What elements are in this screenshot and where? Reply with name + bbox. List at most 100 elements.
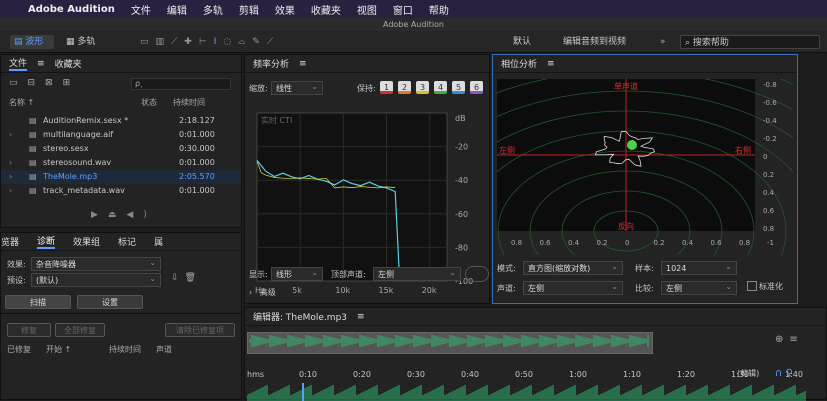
right-gutter xyxy=(800,54,827,304)
tab-browser[interactable]: 览器 xyxy=(1,235,19,248)
chevron-right-icon[interactable]: › xyxy=(9,184,12,198)
hold-button-4[interactable]: 4 xyxy=(434,81,447,94)
tab-files[interactable]: 文件 xyxy=(9,56,28,71)
zoom-navigator-icons[interactable]: ⊕≡ xyxy=(775,334,804,345)
waveform-view-button[interactable]: ▤ 波形 xyxy=(10,35,54,49)
hold-button-2[interactable]: 2 xyxy=(398,81,411,94)
menu-icon[interactable]: ≡ xyxy=(299,59,307,69)
tab-properties[interactable]: 属 xyxy=(154,235,163,248)
ruler-tick-label: 1:00 xyxy=(569,370,587,379)
clip-label: (剪辑) xyxy=(737,369,760,378)
menu-icon[interactable]: ≡ xyxy=(357,312,365,322)
live-cti-label: 实时 CTI xyxy=(261,115,292,125)
menu-multitrack[interactable]: 多轨 xyxy=(203,2,223,17)
plot-area xyxy=(256,112,448,282)
chevron-right-icon[interactable]: › xyxy=(9,156,12,170)
hold-button-6[interactable]: 6 xyxy=(470,81,483,94)
chevron-right-icon[interactable]: › xyxy=(9,170,12,184)
phase-chart: 单声道反向 左侧 右侧 -0.8 -0.6 -0.4 -0.2 0 0.2 0.4 0.6 0.8 0.… xyxy=(497,79,793,255)
hold-label: 保持: xyxy=(357,84,376,93)
phase-right-tick: -0.2 xyxy=(763,135,777,143)
chevron-right-icon[interactable]: › xyxy=(9,128,12,142)
advanced-toggle[interactable]: › 高级 xyxy=(249,287,276,298)
zoom-select[interactable]: 线性 xyxy=(271,80,323,95)
file-duration: 0:30.000 xyxy=(179,144,215,153)
app-menu[interactable]: Adobe Audition xyxy=(28,4,115,15)
file-search-input[interactable]: ρ˯ xyxy=(131,78,231,90)
menu-window[interactable]: 窗口 xyxy=(393,2,413,17)
sample-select[interactable]: 1024 xyxy=(661,260,737,275)
file-action-icons[interactable]: ▭⊟⊠⊞ xyxy=(9,78,80,88)
top-channel-select[interactable]: 左侧 xyxy=(373,266,461,281)
tab-markers[interactable]: 标记 xyxy=(118,235,136,248)
menu-icon[interactable]: ≡ xyxy=(547,59,555,69)
diagnostics-panel: 览器 诊断 效果组 标记 属 效果: 杂音降噪器 预设: (默认) ⇩🗑 扫描 … xyxy=(0,232,243,400)
workspace-default[interactable]: 默认 xyxy=(513,35,531,49)
phase-bottom-tick: 0 xyxy=(625,239,629,247)
preset-action-icons[interactable]: ⇩🗑 xyxy=(171,273,202,283)
scan-toggle-button[interactable] xyxy=(465,266,489,282)
effect-select[interactable]: 杂音降噪器 xyxy=(31,256,161,271)
tab-favorites[interactable]: 收藏夹 xyxy=(55,57,82,70)
chevron-right-icon: › xyxy=(249,288,260,297)
file-row[interactable]: › ▤ TheMole.mp3 2:05.570 xyxy=(1,170,241,184)
multitrack-view-button[interactable]: ▦ 多轨 xyxy=(62,35,106,49)
more-workspaces-icon[interactable]: » xyxy=(660,35,666,49)
search-help-field[interactable]: ⌕ 搜索帮助 xyxy=(680,35,820,49)
phase-bottom-tick-end: -1 xyxy=(767,239,774,247)
file-row[interactable]: ▤ stereo.sesx 0:30.000 xyxy=(1,142,241,156)
db-tick-label: dB xyxy=(455,114,466,123)
file-duration: 0:01.000 xyxy=(179,158,215,167)
tab-diagnostics[interactable]: 诊断 xyxy=(37,234,56,249)
tool-icons[interactable]: ▭▥⟋✚⊢Ⅰ◌⌓✎⟋ xyxy=(140,35,280,49)
workspace-edit-video[interactable]: 编辑音频到视频 xyxy=(563,35,626,49)
menu-clip[interactable]: 剪辑 xyxy=(239,2,259,17)
hold-button-1[interactable]: 1 xyxy=(380,81,393,94)
menu-file[interactable]: 文件 xyxy=(131,2,151,17)
preset-select[interactable]: (默认) xyxy=(31,272,161,287)
db-tick-label: -80 xyxy=(455,243,468,252)
file-row[interactable]: › ▤ stereosound.wav 0:01.000 xyxy=(1,156,241,170)
settings-button[interactable]: 设置 xyxy=(77,295,143,309)
hold-button-5[interactable]: 5 xyxy=(452,81,465,94)
scan-button[interactable]: 扫描 xyxy=(5,295,71,309)
phase-analysis-panel: 相位分析 ≡ 单声道 反向 左侧 右侧 -0.8 -0.6 -0.4 -0.2 0 0.2 0.4 0.… xyxy=(492,54,798,304)
clear-repaired-button[interactable]: 清除已修复项 xyxy=(165,323,235,337)
file-row[interactable]: › ▤ multilanguage.aif 0:01.000 xyxy=(1,128,241,142)
mode-select[interactable]: 直方图(缩放对数) xyxy=(523,260,623,275)
file-icon: ▤ xyxy=(29,144,37,153)
menu-view[interactable]: 视图 xyxy=(357,2,377,17)
playback-controls[interactable]: ▶⏏◀) xyxy=(91,210,157,220)
repair-button[interactable]: 修复 xyxy=(7,323,51,337)
display-select[interactable]: 线形 xyxy=(271,266,323,281)
phase-right-tick: 0.4 xyxy=(763,189,775,197)
snap-icon[interactable]: ∩ ♀ xyxy=(775,368,793,379)
file-duration: 0:01.000 xyxy=(179,130,215,139)
main-waveform[interactable] xyxy=(247,383,807,401)
file-row[interactable]: › ▤ track_metadata.wav 0:01.000 xyxy=(1,184,241,198)
menu-effects[interactable]: 效果 xyxy=(275,2,295,17)
phase-bottom-tick: 0.8 xyxy=(511,239,522,247)
time-selection-icon[interactable]: Ⅰ xyxy=(214,37,224,47)
phase-bottom-tick: 0.4 xyxy=(568,239,580,247)
repair-all-button[interactable]: 全部修复 xyxy=(55,323,105,337)
menu-help[interactable]: 帮助 xyxy=(429,2,449,17)
phase-right-tick: -0.6 xyxy=(763,99,777,107)
normalize-checkbox[interactable] xyxy=(747,281,757,291)
overview-waveform[interactable] xyxy=(247,332,653,354)
ruler-tick-label: 0:30 xyxy=(407,370,425,379)
hold-button-3[interactable]: 3 xyxy=(416,81,429,94)
phase-bottom-tick: 0.2 xyxy=(597,239,608,247)
file-row[interactable]: ▤ AuditionRemix.sesx * 2:18.127 xyxy=(1,114,241,128)
menu-icon[interactable]: ≡ xyxy=(37,59,45,69)
channel-select[interactable]: 左侧 xyxy=(523,280,623,295)
menu-favorites[interactable]: 收藏夹 xyxy=(311,2,341,17)
menu-edit[interactable]: 编辑 xyxy=(167,2,187,17)
phase-right-tick: 0.8 xyxy=(763,225,774,233)
phase-right-label: 右侧 xyxy=(735,145,751,155)
tab-effects-group[interactable]: 效果组 xyxy=(73,235,100,248)
hz-tick-label: 20k xyxy=(422,286,437,295)
db-tick-label: -20 xyxy=(455,143,468,152)
compare-select[interactable]: 左侧 xyxy=(661,280,737,295)
time-ruler[interactable]: hms 0:10 0:20 0:30 0:40 0:50 1:00 1:10 1:20 1:30 1… xyxy=(247,368,803,382)
